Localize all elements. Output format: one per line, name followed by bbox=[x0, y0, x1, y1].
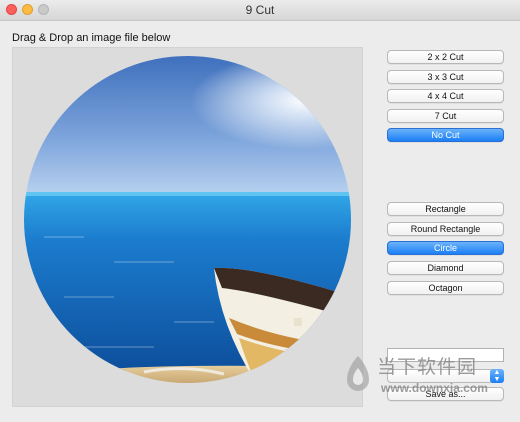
cut-3x3-button[interactable]: 3 x 3 Cut bbox=[387, 70, 504, 84]
app-window: 9 Cut Drag & Drop an image file below 2 … bbox=[0, 0, 520, 422]
shape-rectangle-button[interactable]: Rectangle bbox=[387, 202, 504, 216]
shape-circle-button[interactable]: Circle bbox=[387, 241, 504, 255]
cut-7-button[interactable]: 7 Cut bbox=[387, 109, 504, 123]
watermark-url: www.downxia.com bbox=[381, 381, 488, 395]
shape-round-rectangle-button[interactable]: Round Rectangle bbox=[387, 222, 504, 236]
no-cut-button[interactable]: No Cut bbox=[387, 128, 504, 142]
window-title: 9 Cut bbox=[245, 3, 275, 17]
beach-photo bbox=[24, 56, 351, 383]
cut-2x2-button[interactable]: 2 x 2 Cut bbox=[387, 50, 504, 64]
watermark-logo-icon bbox=[347, 356, 369, 391]
cut-4x4-button[interactable]: 4 x 4 Cut bbox=[387, 89, 504, 103]
drop-prompt: Drag & Drop an image file below bbox=[12, 32, 171, 44]
shape-octagon-button[interactable]: Octagon bbox=[387, 281, 504, 295]
title-bar[interactable]: 9 Cut bbox=[0, 0, 520, 21]
watermark: 当下软件园 www.downxia.com bbox=[343, 352, 503, 402]
watermark-text: 当下软件园 bbox=[377, 357, 478, 378]
shape-diamond-button[interactable]: Diamond bbox=[387, 261, 504, 275]
image-preview bbox=[24, 56, 351, 383]
